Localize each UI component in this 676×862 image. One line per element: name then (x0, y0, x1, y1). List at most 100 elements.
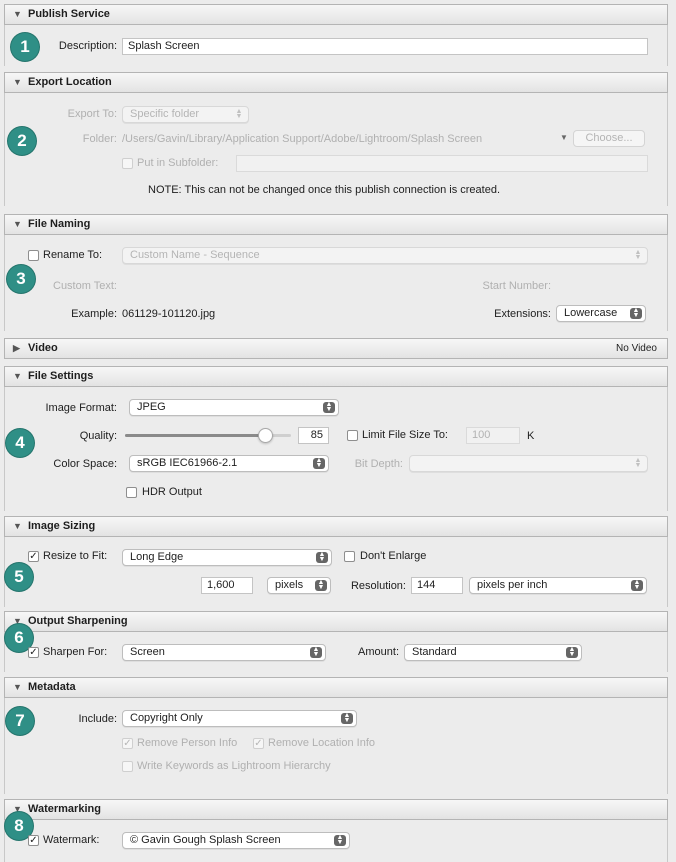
disclosure-triangle-icon[interactable]: ▼ (13, 5, 22, 24)
popup-arrows-icon: ▲ ▼ (631, 579, 643, 591)
quality-slider-knob[interactable] (258, 428, 274, 443)
disclosure-triangle-icon[interactable]: ▼ (13, 215, 22, 234)
popup-arrows-icon: ▲ ▼ (316, 551, 328, 563)
include-label: Include: (78, 713, 117, 725)
rename-template-popup[interactable]: Custom Name - Sequence ▲ ▼ (122, 247, 648, 264)
resize-to-fit-checkbox[interactable]: ✓ (28, 551, 39, 562)
amount-popup[interactable]: Standard ▲ ▼ (404, 644, 582, 661)
put-in-subfolder-checkbox[interactable] (122, 158, 133, 169)
extensions-popup[interactable]: Lowercase ▲ ▼ (556, 305, 646, 322)
description-label: Description: (58, 40, 117, 52)
resize-to-fit-label: Resize to Fit: (43, 550, 108, 562)
keywords-hierarchy-label: Write Keywords as Lightroom Hierarchy (137, 760, 331, 772)
color-space-value: sRGB IEC61966-2.1 (137, 457, 238, 469)
rename-to-label: Rename To: (43, 249, 103, 261)
folder-path: /Users/Gavin/Library/Application Support… (122, 133, 483, 145)
remove-person-info-checkbox[interactable]: ✓ (122, 738, 133, 749)
section-header-file-naming[interactable]: ▼ File Naming (4, 214, 668, 235)
watermark-label: Watermark: (43, 834, 100, 846)
section-title: Metadata (28, 681, 76, 693)
hdr-output-label: HDR Output (142, 486, 202, 498)
keywords-hierarchy-checkbox[interactable] (122, 761, 133, 772)
hdr-output-checkbox[interactable] (126, 487, 137, 498)
resolution-field[interactable]: 144 (411, 577, 463, 594)
watermark-value: © Gavin Gough Splash Screen (130, 834, 281, 846)
section-body-file-settings: 4 Image Format: JPEG ▲ ▼ Quality: 85 Limi… (4, 387, 668, 511)
section-body-watermarking: 8 ✓ Watermark: © Gavin Gough Splash Scre… (4, 812, 668, 862)
put-in-subfolder-label: Put in Subfolder: (137, 157, 219, 169)
popup-arrows-icon: ▲ ▼ (235, 108, 243, 120)
disclosure-triangle-icon[interactable]: ▼ (13, 73, 22, 92)
resolution-unit-value: pixels per inch (477, 579, 548, 591)
section-header-file-settings[interactable]: ▼ File Settings (4, 366, 668, 387)
watermark-checkbox[interactable]: ✓ (28, 835, 39, 846)
popup-arrows-icon: ▲ ▼ (323, 401, 335, 413)
folder-label: Folder: (82, 133, 117, 145)
section-header-output-sharpening[interactable]: ▼ Output Sharpening (4, 611, 668, 632)
section-title: Output Sharpening (28, 615, 128, 627)
folder-menu-arrow-icon[interactable]: ▼ (560, 133, 568, 142)
sharpen-for-label: Sharpen For: (43, 646, 108, 658)
section-header-metadata[interactable]: ▼ Metadata (4, 677, 668, 698)
limit-file-size-unit: K (527, 430, 535, 442)
section-body-file-naming: 3 Rename To: Custom Name - Sequence ▲ ▼ C… (4, 235, 668, 331)
limit-file-size-label: Limit File Size To: (362, 429, 448, 441)
limit-file-size-field[interactable]: 100 (466, 427, 520, 444)
section-title: Publish Service (28, 8, 110, 20)
resize-mode-popup[interactable]: Long Edge ▲ ▼ (122, 549, 332, 566)
section-summary: No Video (616, 343, 657, 354)
bit-depth-popup[interactable]: ▲ ▼ (409, 455, 648, 472)
resolution-label: Resolution: (350, 580, 406, 592)
disclosure-triangle-icon[interactable]: ▶ (13, 339, 20, 358)
popup-arrows-icon: ▲ ▼ (634, 249, 642, 261)
size-unit-popup[interactable]: pixels ▲ ▼ (267, 577, 331, 594)
bit-depth-label: Bit Depth: (354, 458, 403, 470)
color-space-popup[interactable]: sRGB IEC61966-2.1 ▲ ▼ (129, 455, 329, 472)
limit-file-size-checkbox[interactable] (347, 430, 358, 441)
choose-button[interactable]: Choose... (573, 130, 645, 147)
export-to-popup[interactable]: Specific folder ▲ ▼ (122, 106, 249, 123)
watermark-popup[interactable]: © Gavin Gough Splash Screen ▲ ▼ (122, 832, 350, 849)
note-text: NOTE: This can not be changed once this … (148, 184, 501, 196)
subfolder-field[interactable] (236, 155, 648, 172)
remove-location-info-checkbox[interactable]: ✓ (253, 738, 264, 749)
include-value: Copyright Only (130, 712, 203, 724)
disclosure-triangle-icon[interactable]: ▼ (13, 517, 22, 536)
image-format-label: Image Format: (45, 402, 117, 414)
section-title: Watermarking (28, 803, 101, 815)
section-body-metadata: 7 Include: Copyright Only ▲ ▼ ✓ Remove Pe… (4, 698, 668, 794)
dont-enlarge-checkbox[interactable] (344, 551, 355, 562)
section-body-export-location: 2 Export To: Specific folder ▲ ▼ Folder: … (4, 93, 668, 206)
image-format-popup[interactable]: JPEG ▲ ▼ (129, 399, 339, 416)
section-title: Export Location (28, 76, 112, 88)
amount-label: Amount: (358, 646, 399, 658)
export-to-label: Export To: (67, 108, 117, 120)
section-header-image-sizing[interactable]: ▼ Image Sizing (4, 516, 668, 537)
step-badge: 5 (5, 563, 33, 591)
rename-to-checkbox[interactable] (28, 250, 39, 261)
section-header-publish-service[interactable]: ▼ Publish Service (4, 4, 668, 25)
resolution-unit-popup[interactable]: pixels per inch ▲ ▼ (469, 577, 647, 594)
section-header-watermarking[interactable]: ▼ Watermarking (4, 799, 668, 820)
section-title: Image Sizing (28, 520, 96, 532)
example-value: 061129-101120.jpg (122, 308, 216, 320)
long-edge-field[interactable]: 1,600 (201, 577, 253, 594)
section-header-video[interactable]: ▶ Video No Video (4, 338, 668, 359)
start-number-label: Start Number: (482, 280, 551, 292)
popup-arrows-icon: ▲ ▼ (334, 834, 346, 846)
extensions-value: Lowercase (564, 307, 618, 319)
extensions-label: Extensions: (494, 308, 551, 320)
quality-field[interactable]: 85 (298, 427, 329, 444)
sharpen-for-checkbox[interactable]: ✓ (28, 647, 39, 658)
sharpen-for-popup[interactable]: Screen ▲ ▼ (122, 644, 326, 661)
size-unit-value: pixels (275, 579, 304, 591)
export-to-value: Specific folder (130, 108, 200, 120)
disclosure-triangle-icon[interactable]: ▼ (13, 678, 22, 697)
quality-slider[interactable] (125, 428, 291, 443)
include-popup[interactable]: Copyright Only ▲ ▼ (122, 710, 357, 727)
section-header-export-location[interactable]: ▼ Export Location (4, 72, 668, 93)
description-field[interactable]: Splash Screen (122, 38, 648, 55)
disclosure-triangle-icon[interactable]: ▼ (13, 367, 22, 386)
section-title: File Naming (28, 218, 91, 230)
section-body-publish-service: 1 Description: Splash Screen (4, 25, 668, 66)
